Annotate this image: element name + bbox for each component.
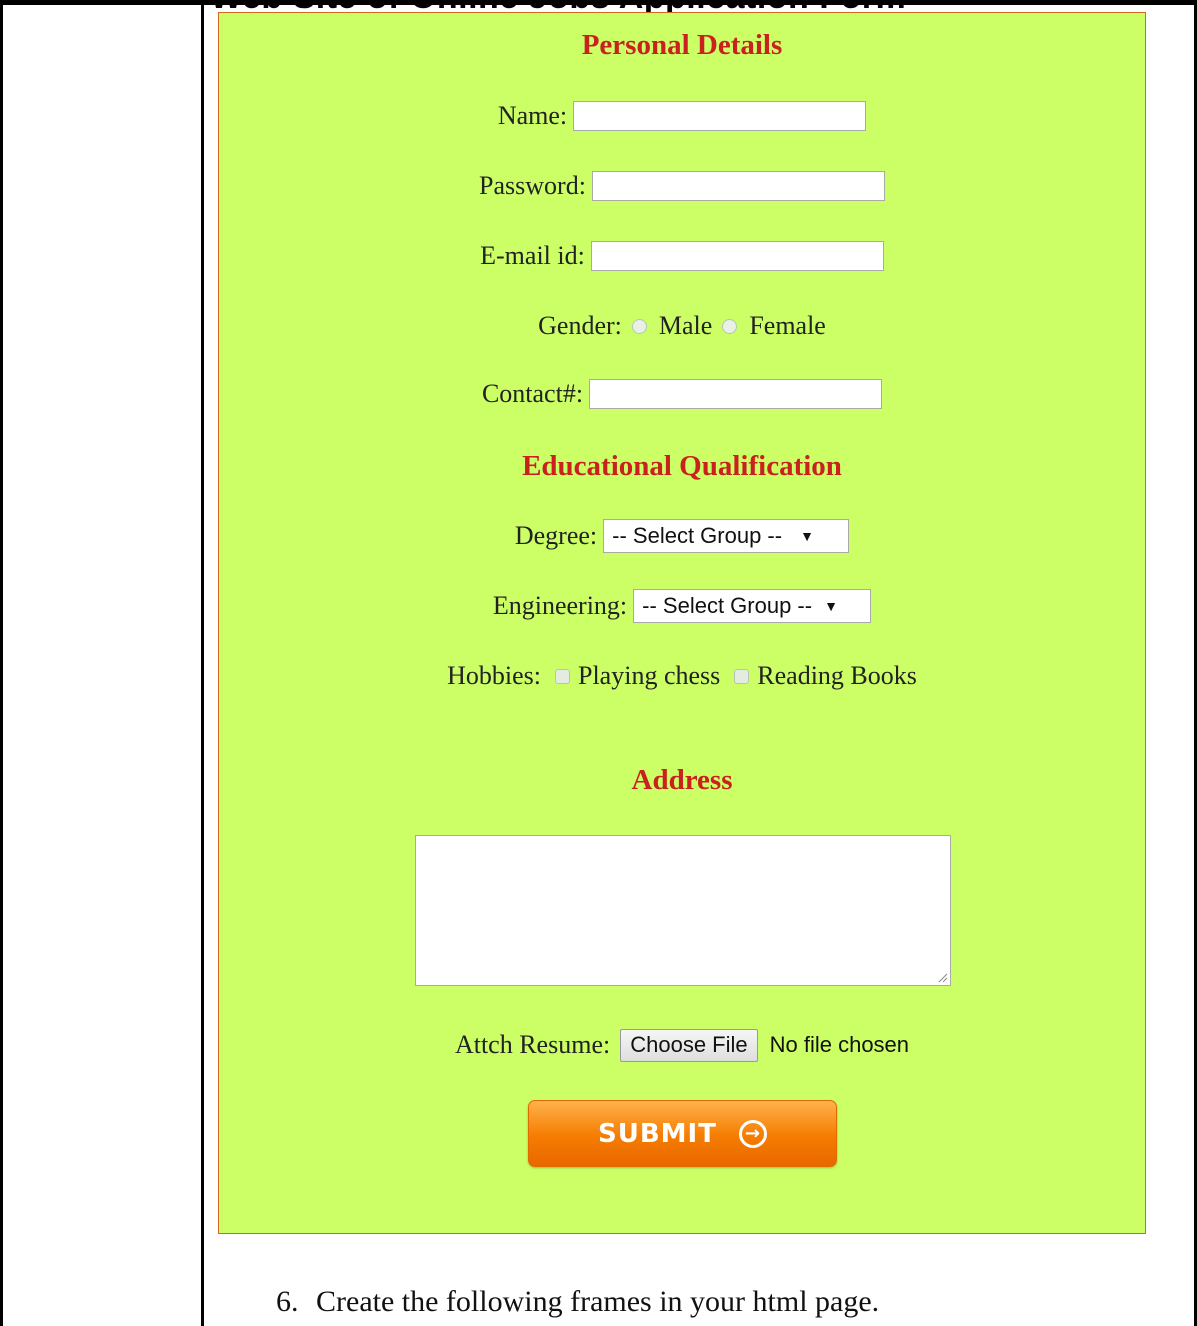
degree-selected-value: -- Select Group --	[612, 523, 783, 548]
hobby-chess-checkbox[interactable]	[555, 668, 570, 684]
email-row: E-mail id:	[219, 241, 1145, 271]
email-input[interactable]	[590, 241, 884, 271]
hobbies-label: Hobbies:	[447, 661, 541, 690]
hobby-reading-checkbox[interactable]	[734, 668, 750, 684]
address-textarea[interactable]	[415, 835, 951, 986]
dropdown-arrow-icon: ▼	[800, 528, 814, 544]
application-form-panel: Personal Details Name: Password: E-mail …	[218, 12, 1146, 1234]
arrow-right-circle-icon: →	[738, 1119, 767, 1148]
submit-label: SUBMIT	[598, 1118, 717, 1149]
name-label: Name:	[497, 101, 568, 130]
degree-select[interactable]: -- Select Group -- ▼	[603, 519, 850, 553]
gender-row: Gender: Male Female	[219, 309, 1145, 343]
gender-male-radio[interactable]	[631, 318, 647, 334]
resize-handle-icon[interactable]	[936, 971, 948, 983]
file-status-text: No file chosen	[769, 1032, 910, 1057]
contact-input[interactable]	[589, 379, 883, 409]
gender-label: Gender:	[538, 311, 622, 340]
email-label: E-mail id:	[480, 241, 585, 270]
education-title: Educational Qualification	[522, 450, 842, 482]
choose-file-button[interactable]: Choose File	[620, 1028, 758, 1062]
resume-row: Attch Resume: Choose File No file chosen	[219, 1027, 1145, 1063]
degree-row: Degree: -- Select Group -- ▼	[219, 519, 1145, 553]
instruction-number: 6.	[276, 1285, 299, 1318]
degree-label: Degree:	[514, 521, 598, 550]
engineering-row: Engineering: -- Select Group -- ▼	[219, 589, 1145, 623]
name-row: Name:	[219, 101, 1145, 131]
contact-row: Contact#:	[219, 379, 1145, 409]
personal-details-title: Personal Details	[581, 29, 783, 61]
instruction-line: 6. Create the following frames in your h…	[276, 1285, 879, 1319]
instruction-text: Create the following frames in your html…	[316, 1285, 880, 1318]
password-label: Password:	[479, 171, 586, 200]
submit-button[interactable]: SUBMIT →	[528, 1100, 837, 1167]
engineering-selected-value: -- Select Group --	[642, 593, 813, 618]
table-left-border	[0, 0, 3, 1326]
engineering-label: Engineering:	[492, 591, 628, 620]
password-input[interactable]	[591, 171, 885, 201]
hobby-reading-label: Reading Books	[757, 661, 917, 690]
gender-male-label: Male	[658, 311, 713, 340]
gender-female-radio[interactable]	[722, 318, 738, 334]
table-middle-border	[201, 0, 204, 1326]
dropdown-arrow-icon: ▼	[824, 598, 838, 614]
hobbies-row: Hobbies: Playing chess Reading Books	[219, 659, 1145, 693]
contact-label: Contact#:	[481, 379, 584, 408]
address-title: Address	[631, 764, 733, 796]
hobby-chess-label: Playing chess	[578, 661, 721, 690]
gender-female-label: Female	[749, 311, 826, 340]
name-input[interactable]	[573, 101, 867, 131]
engineering-select[interactable]: -- Select Group -- ▼	[633, 589, 872, 623]
resume-label: Attch Resume:	[454, 1030, 611, 1059]
password-row: Password:	[219, 171, 1145, 201]
